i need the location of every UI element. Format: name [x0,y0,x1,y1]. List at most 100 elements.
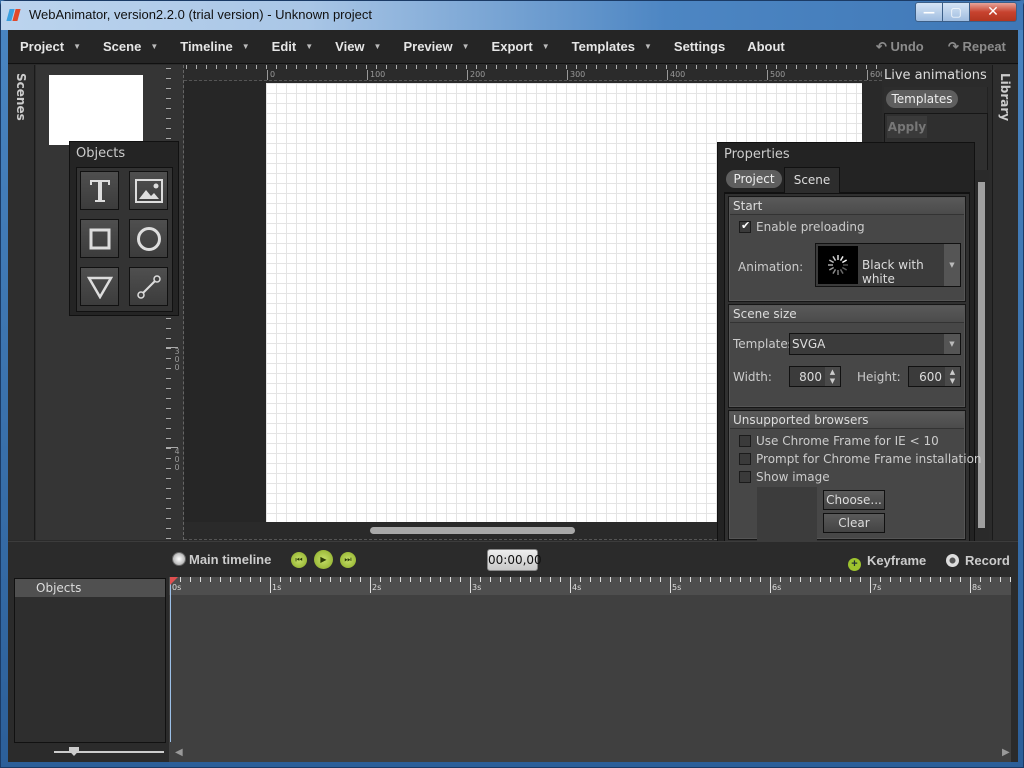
scrollbar-thumb[interactable] [978,182,985,528]
scroll-right-icon[interactable]: ▶ [1002,747,1010,758]
spinner-segment [832,255,837,262]
text-tool-button[interactable] [80,171,119,210]
scene-thumbnail[interactable] [49,75,143,145]
chrome-frame-checkbox[interactable] [739,435,751,447]
ruler-tick [716,65,717,69]
playhead[interactable] [170,577,171,742]
timeline-tick-label: 8s [970,581,982,593]
current-time[interactable]: 00:00,00 [487,549,542,571]
keyframe-button[interactable]: + Keyframe [848,553,926,571]
scrollbar-thumb[interactable] [370,527,575,534]
app-logo-icon [6,9,22,21]
tab-templates[interactable]: Templates [886,90,958,108]
ruler-tick [166,328,171,329]
ruler-tick [256,65,257,69]
menu-view[interactable]: View ▼ [323,30,391,63]
menu-settings[interactable]: Settings [662,30,735,63]
menu-edit[interactable]: Edit ▼ [260,30,323,63]
go-to-start-button[interactable]: ⏮ [291,552,307,568]
tab-project[interactable]: Project [726,170,782,188]
play-button[interactable]: ▶ [314,550,333,569]
templates-select[interactable]: SVGA ▼ [789,333,961,355]
timeline-tick [600,577,601,582]
scroll-left-icon[interactable]: ◀ [175,747,183,758]
start-section: Start Enable preloading Animation: Black… [728,196,966,302]
enable-preloading-checkbox[interactable] [739,219,751,233]
record-button[interactable]: Record [946,553,1010,568]
library-tab[interactable]: Library [992,65,1018,540]
menu-preview[interactable]: Preview ▼ [391,30,479,63]
window-title: WebAnimator, version2.2.0 (trial version… [29,7,372,22]
properties-tabs: Project Scene [724,167,970,193]
undo-icon: ↶ [876,39,887,54]
ruler-tick [166,468,171,469]
image-placeholder [757,487,817,547]
timeline-tick [750,577,751,582]
ruler-tick [516,65,517,69]
ruler-tick [166,458,171,459]
choose-button[interactable]: Choose... [823,490,885,510]
menu-project[interactable]: Project ▼ [8,30,91,63]
menu-scene[interactable]: Scene ▼ [91,30,168,63]
keyframe-label: Keyframe [867,553,927,568]
width-spinbox[interactable]: 800 ▲ ▼ [789,366,841,387]
undo-label: Undo [890,39,924,54]
timeline-tick [1000,577,1001,582]
skip-back-icon: ⏮ [295,555,303,564]
ellipse-tool-button[interactable] [129,219,168,258]
ruler-tick [166,388,171,389]
spin-arrows-icon[interactable]: ▲ ▼ [945,367,960,386]
animation-select[interactable]: Black with white ▼ [815,243,961,287]
ruler-tick [166,138,171,139]
prompt-chrome-frame-checkbox[interactable] [739,453,751,465]
ruler-label: 300 [567,70,585,80]
menu-export[interactable]: Export ▼ [480,30,560,63]
clear-button[interactable]: Clear [823,513,885,533]
ruler-tick [766,65,767,69]
minimize-button[interactable]: — [915,2,943,22]
undo-button[interactable]: ↶ Undo [876,39,924,55]
show-image-checkbox[interactable] [739,471,751,483]
apply-button[interactable]: Apply [887,116,927,138]
unsupported-browsers-section: Unsupported browsers Use Chrome Frame fo… [728,410,982,547]
ruler-tick [166,358,171,359]
menu-timeline[interactable]: Timeline ▼ [168,30,259,63]
templates-vertical-scrollbar[interactable] [975,170,989,550]
timeline-tick [790,577,791,582]
timeline-tick [900,577,901,582]
timeline-tick [450,577,451,582]
caret-down-icon: ▼ [461,42,470,51]
close-button[interactable]: ✕ [969,2,1017,22]
menu-templates[interactable]: Templates ▼ [560,30,662,63]
ruler-tick [166,98,171,99]
timeline-tick [700,577,701,582]
ruler-tick [406,65,407,69]
height-label: Height: [857,370,901,384]
image-tool-button[interactable] [129,171,168,210]
chevron-down-icon: ▼ [944,244,960,286]
main-timeline-label[interactable]: Main timeline [189,552,271,567]
rectangle-tool-button[interactable] [80,219,119,258]
tab-scene[interactable]: Scene [784,167,840,193]
minimize-icon: — [923,5,935,19]
timeline-track[interactable]: 0s 1s 2s 3s 4s 5s 6s 7s 8s ◀ ▶ [169,577,1011,762]
ruler-tick [396,65,397,69]
ruler-tick [166,488,171,489]
caret-down-icon: ▼ [305,42,314,51]
timeline-ruler[interactable]: 0s 1s 2s 3s 4s 5s 6s 7s 8s [169,577,1011,595]
line-tool-button[interactable] [129,267,168,306]
scenes-tab[interactable]: Scenes [8,65,35,540]
triangle-tool-button[interactable] [80,267,119,306]
timeline-tick [250,577,251,582]
go-to-end-button[interactable]: ⏭ [340,552,356,568]
maximize-button[interactable]: ▢ [942,2,970,22]
ruler-tick [676,65,677,69]
maximize-icon: ▢ [950,5,962,19]
height-spinbox[interactable]: 600 ▲ ▼ [908,366,961,387]
menu-about[interactable]: About [735,30,795,63]
menu-label: Timeline [180,39,233,54]
spin-arrows-icon[interactable]: ▲ ▼ [825,367,840,386]
timeline-tick [690,577,691,582]
repeat-button[interactable]: ↷ Repeat [948,39,1006,55]
slider-handle[interactable] [69,747,79,756]
